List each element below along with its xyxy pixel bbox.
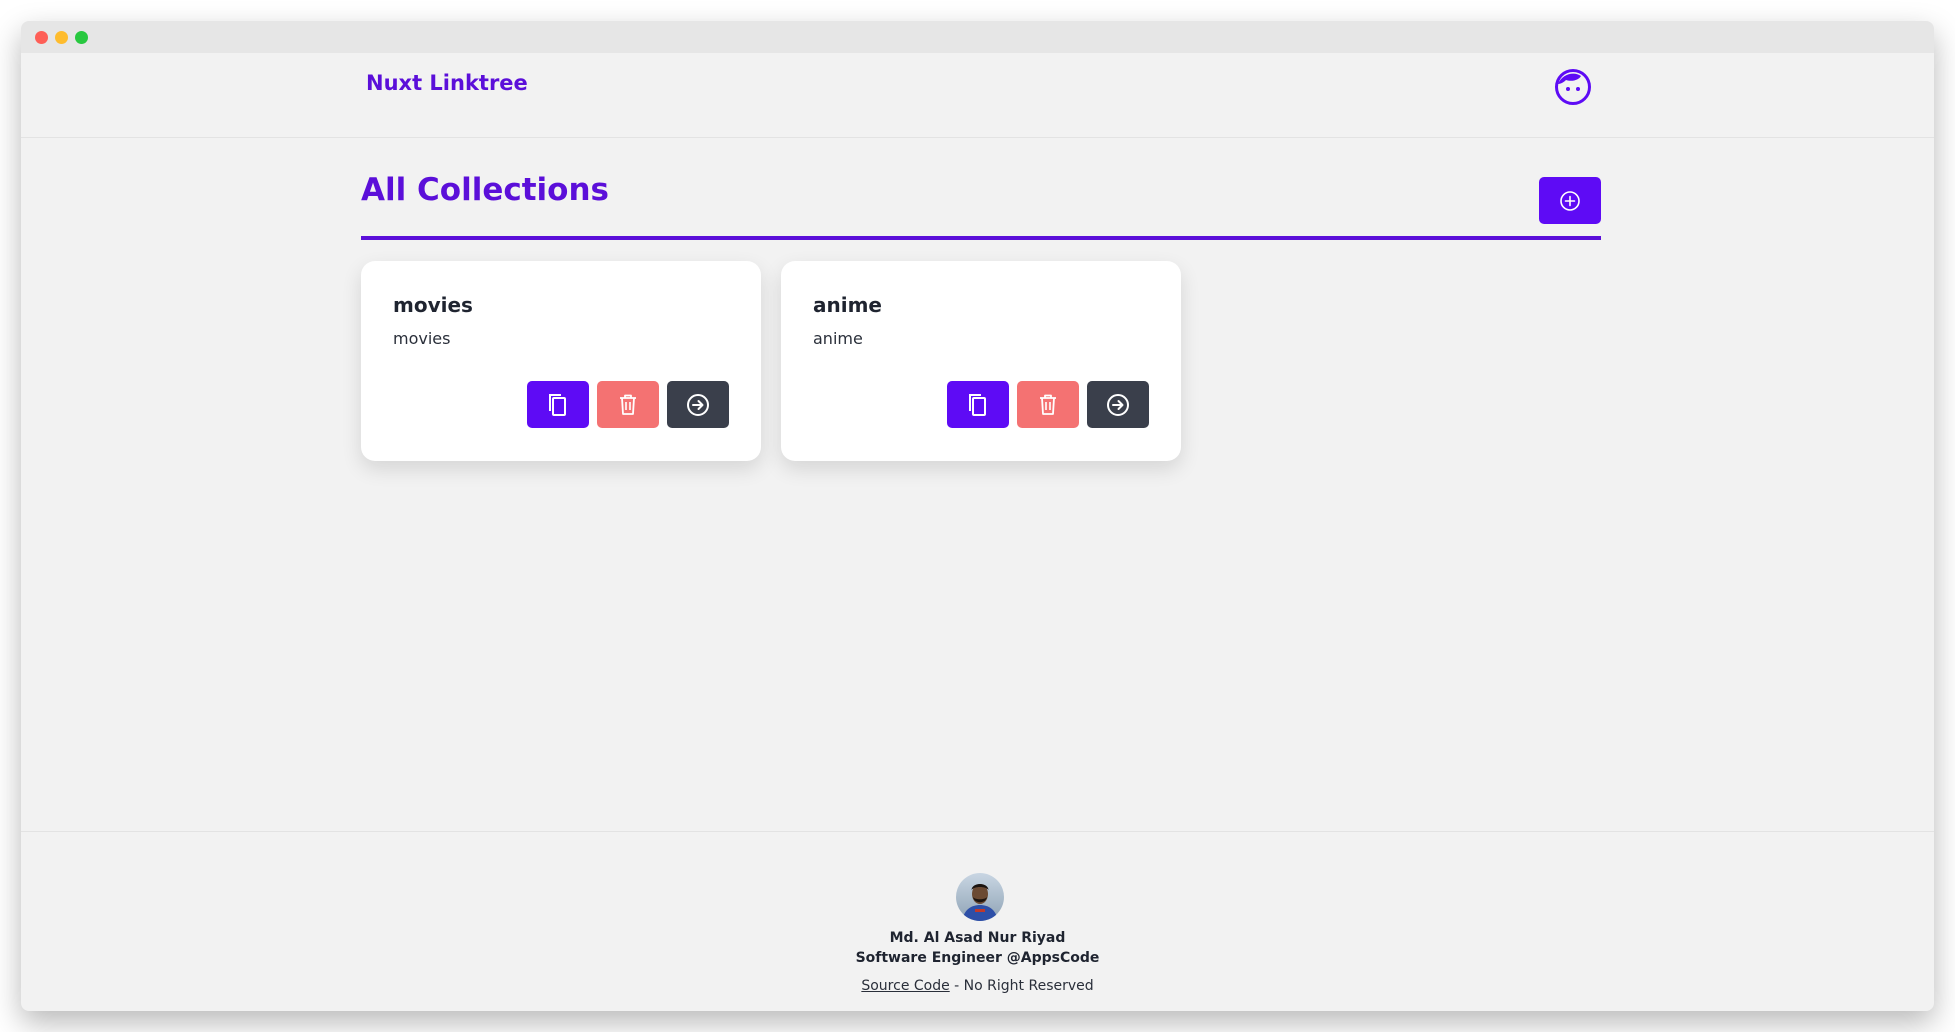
author-avatar <box>956 873 1004 921</box>
delete-collection-button[interactable] <box>597 381 659 428</box>
author-role: Software Engineer @AppsCode <box>855 950 1100 966</box>
maximize-window-button[interactable] <box>75 31 88 44</box>
collection-card: movies movies <box>361 261 761 461</box>
page-title: All Collections <box>361 172 609 208</box>
author-name: Md. Al Asad Nur Riyad <box>889 930 1066 946</box>
collection-description: movies <box>393 329 451 348</box>
navbar: Nuxt Linktree <box>21 53 1934 138</box>
footer-rights-text: - No Right Reserved <box>949 978 1094 994</box>
add-collection-button[interactable] <box>1539 177 1601 224</box>
copy-link-button[interactable] <box>527 381 589 428</box>
close-window-button[interactable] <box>35 31 48 44</box>
footer-credits: Source Code - No Right Reserved <box>21 978 1934 994</box>
minimize-window-button[interactable] <box>55 31 68 44</box>
face-icon[interactable] <box>1554 68 1592 106</box>
copy-icon <box>549 393 566 416</box>
collection-title: movies <box>393 293 473 317</box>
browser-window: Nuxt Linktree All Collections movies mov… <box>21 21 1934 1011</box>
window-titlebar <box>21 21 1934 53</box>
plus-circle-icon <box>1560 190 1580 211</box>
arrow-right-circle-icon <box>687 393 709 416</box>
title-divider <box>361 236 1601 240</box>
trash-icon <box>620 394 636 415</box>
footer: Md. Al Asad Nur Riyad Software Engineer … <box>21 831 1934 1011</box>
open-collection-button[interactable] <box>667 381 729 428</box>
arrow-right-circle-icon <box>1107 393 1129 416</box>
collection-description: anime <box>813 329 863 348</box>
delete-collection-button[interactable] <box>1017 381 1079 428</box>
copy-icon <box>969 393 986 416</box>
source-code-link[interactable]: Source Code <box>861 978 949 994</box>
collection-card: anime anime <box>781 261 1181 461</box>
open-collection-button[interactable] <box>1087 381 1149 428</box>
copy-link-button[interactable] <box>947 381 1009 428</box>
trash-icon <box>1040 394 1056 415</box>
collection-title: anime <box>813 293 882 317</box>
main-content: All Collections movies movies anime anim… <box>21 138 1934 831</box>
brand-link[interactable]: Nuxt Linktree <box>366 71 528 95</box>
